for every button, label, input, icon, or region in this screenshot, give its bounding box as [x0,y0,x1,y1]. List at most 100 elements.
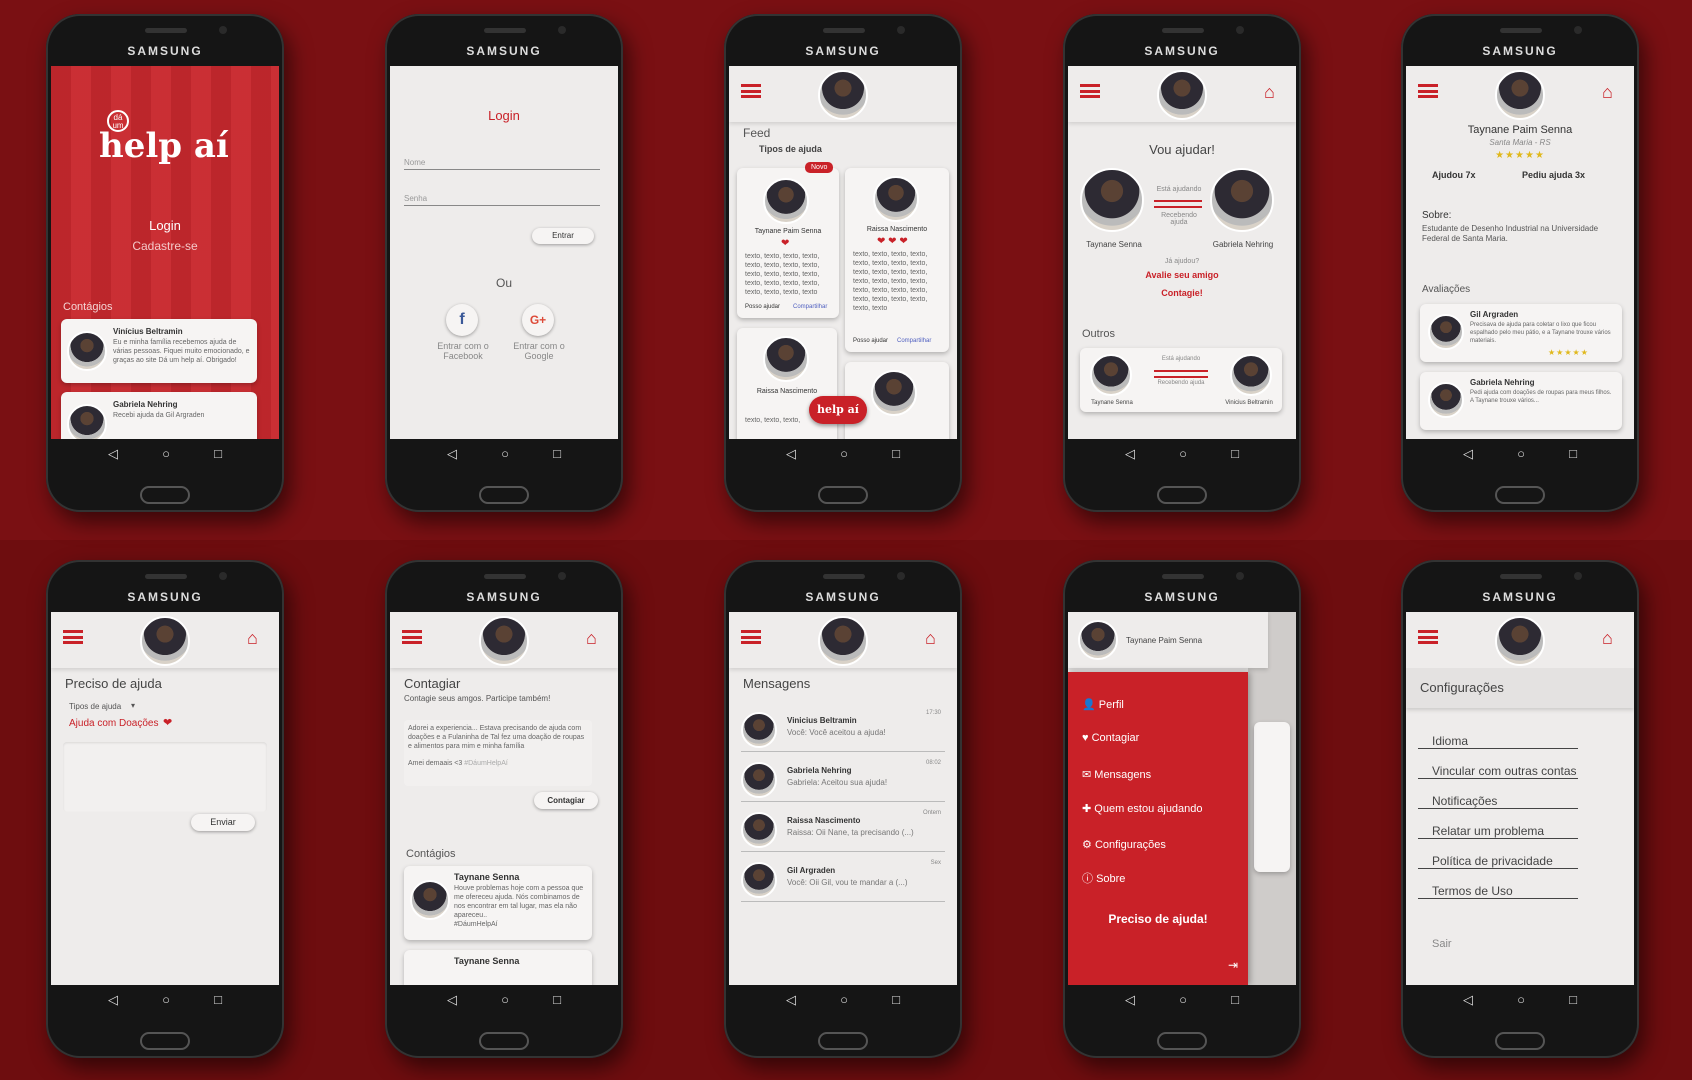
contagie-link[interactable]: Contagie! [1068,288,1296,298]
avatar[interactable] [1495,616,1545,666]
menu-icon[interactable] [402,630,422,644]
avatar[interactable] [1157,70,1207,120]
hardware-home-button[interactable] [1157,1032,1207,1050]
back-icon[interactable]: ◁ [1463,992,1473,1008]
message-row[interactable]: Gabriela Nehring Gabriela: Aceitou sua a… [741,758,945,802]
name-field[interactable]: Nome [404,158,600,170]
logout-link[interactable]: Sair [1432,938,1452,950]
avatar[interactable] [479,616,529,666]
recents-icon[interactable]: □ [892,992,900,1008]
post-textarea[interactable]: Adorei a experiencia... Estava precisand… [404,720,592,786]
facebook-login-label[interactable]: Entrar com o Facebook [430,341,496,361]
avatar[interactable] [818,616,868,666]
send-button[interactable]: Enviar [191,814,255,831]
hardware-home-button[interactable] [479,1032,529,1050]
need-help-cta[interactable]: Preciso de ajuda! [1068,912,1248,926]
share-link[interactable]: Compartilhar [897,338,931,344]
signup-link[interactable]: Cadastre-se [51,239,279,253]
feed-card[interactable]: Raissa Nascimento ❤ ❤ ❤ texto, texto, te… [845,168,949,352]
back-icon[interactable]: ◁ [786,446,796,462]
home-icon[interactable]: ○ [501,992,509,1008]
other-connection-card[interactable]: Está ajudando Recebendo ajuda Taynane Se… [1080,348,1282,412]
home-icon[interactable]: ⌂ [1264,83,1282,101]
google-icon[interactable]: G+ [522,304,554,336]
google-login-label[interactable]: Entrar com o Google [506,341,572,361]
contagiar-button[interactable]: Contagiar [534,792,598,809]
recents-icon[interactable]: □ [553,992,561,1008]
menu-icon[interactable] [63,630,83,644]
help-link[interactable]: Posso ajudar [745,304,780,310]
home-icon[interactable]: ○ [162,992,170,1008]
hardware-home-button[interactable] [1495,486,1545,504]
home-icon[interactable]: ○ [1179,992,1187,1008]
back-icon[interactable]: ◁ [447,992,457,1008]
recents-icon[interactable]: □ [553,446,561,462]
recents-icon[interactable]: □ [214,992,222,1008]
home-icon[interactable]: ⌂ [1602,629,1620,647]
post-card[interactable]: Vinícius Beltramin Eu e minha família re… [61,319,257,383]
hardware-home-button[interactable] [818,486,868,504]
feed-card[interactable]: Taynane Paim Senna ❤ texto, texto, texto… [737,168,839,318]
settings-item-report[interactable]: Relatar um problema [1418,824,1578,839]
password-field[interactable]: Senha [404,194,600,206]
post-card[interactable]: Taynane Senna [404,950,592,985]
receiver-avatar[interactable] [1210,168,1274,232]
menu-item-helping[interactable]: ✚ Quem estou ajudando [1082,802,1203,815]
settings-item-terms[interactable]: Termos de Uso [1418,884,1578,899]
selected-help-type[interactable]: Ajuda com Doações [69,718,159,729]
settings-item-privacy[interactable]: Política de privacidade [1418,854,1578,869]
post-card[interactable]: Taynane Senna Houve problemas hoje com a… [404,866,592,940]
home-icon[interactable]: ⌂ [247,629,265,647]
logout-icon[interactable]: ⇥ [1228,958,1238,972]
chevron-down-icon[interactable]: ▾ [131,701,135,710]
message-row[interactable]: Raissa Nascimento Raissa: Oii Nane, ta p… [741,808,945,852]
home-icon[interactable]: ○ [162,446,170,462]
home-icon[interactable]: ⌂ [925,629,943,647]
help-fab[interactable]: help aí [809,396,867,424]
recents-icon[interactable]: □ [892,446,900,462]
menu-icon[interactable] [1418,84,1438,98]
menu-icon[interactable] [1080,84,1100,98]
menu-item-profile[interactable]: 👤 Perfil [1082,698,1124,711]
enter-button[interactable]: Entrar [532,228,594,244]
menu-item-about[interactable]: ⓘ Sobre [1082,870,1125,886]
back-icon[interactable]: ◁ [108,446,118,462]
back-icon[interactable]: ◁ [447,446,457,462]
filter-label[interactable]: Tipos de ajuda [759,144,822,154]
review-card[interactable]: Gil Argraden Precisava de ajuda para col… [1420,304,1622,362]
avatar[interactable] [140,616,190,666]
back-icon[interactable]: ◁ [108,992,118,1008]
menu-item-contagiar[interactable]: ♥ Contagiar [1082,732,1139,744]
settings-item-language[interactable]: Idioma [1418,734,1578,749]
helper-avatar[interactable] [1080,168,1144,232]
back-icon[interactable]: ◁ [1463,446,1473,462]
message-row[interactable]: Gil Argraden Você: Oii Gil, vou te manda… [741,858,945,902]
menu-icon[interactable] [741,84,761,98]
menu-item-messages[interactable]: ✉ Mensagens [1082,768,1151,781]
post-card[interactable]: Gabriela Nehring Recebi ajuda da Gil Arg… [61,392,257,439]
menu-icon[interactable] [741,630,761,644]
back-icon[interactable]: ◁ [1125,446,1135,462]
recents-icon[interactable]: □ [1569,446,1577,462]
recents-icon[interactable]: □ [1231,446,1239,462]
hardware-home-button[interactable] [479,486,529,504]
settings-item-notifications[interactable]: Notificações [1418,794,1578,809]
hardware-home-button[interactable] [140,486,190,504]
hardware-home-button[interactable] [1157,486,1207,504]
help-type-dropdown[interactable]: Tipos de ajuda [69,702,121,711]
avatar[interactable] [1078,620,1118,660]
back-icon[interactable]: ◁ [786,992,796,1008]
menu-item-settings[interactable]: ⚙ Configurações [1082,838,1166,851]
rate-friend-link[interactable]: Avalie seu amigo [1068,270,1296,280]
recents-icon[interactable]: □ [1569,992,1577,1008]
home-icon[interactable]: ⌂ [1602,83,1620,101]
message-row[interactable]: Vinicius Beltramin Você: Você aceitou a … [741,708,945,752]
message-textarea[interactable] [63,742,267,812]
hardware-home-button[interactable] [818,1032,868,1050]
home-icon[interactable]: ○ [1517,446,1525,462]
hardware-home-button[interactable] [1495,1032,1545,1050]
review-card[interactable]: Gabriela Nehring Pedi ajuda com doações … [1420,372,1622,430]
home-icon[interactable]: ○ [840,446,848,462]
hardware-home-button[interactable] [140,1032,190,1050]
avatar[interactable] [818,70,868,120]
